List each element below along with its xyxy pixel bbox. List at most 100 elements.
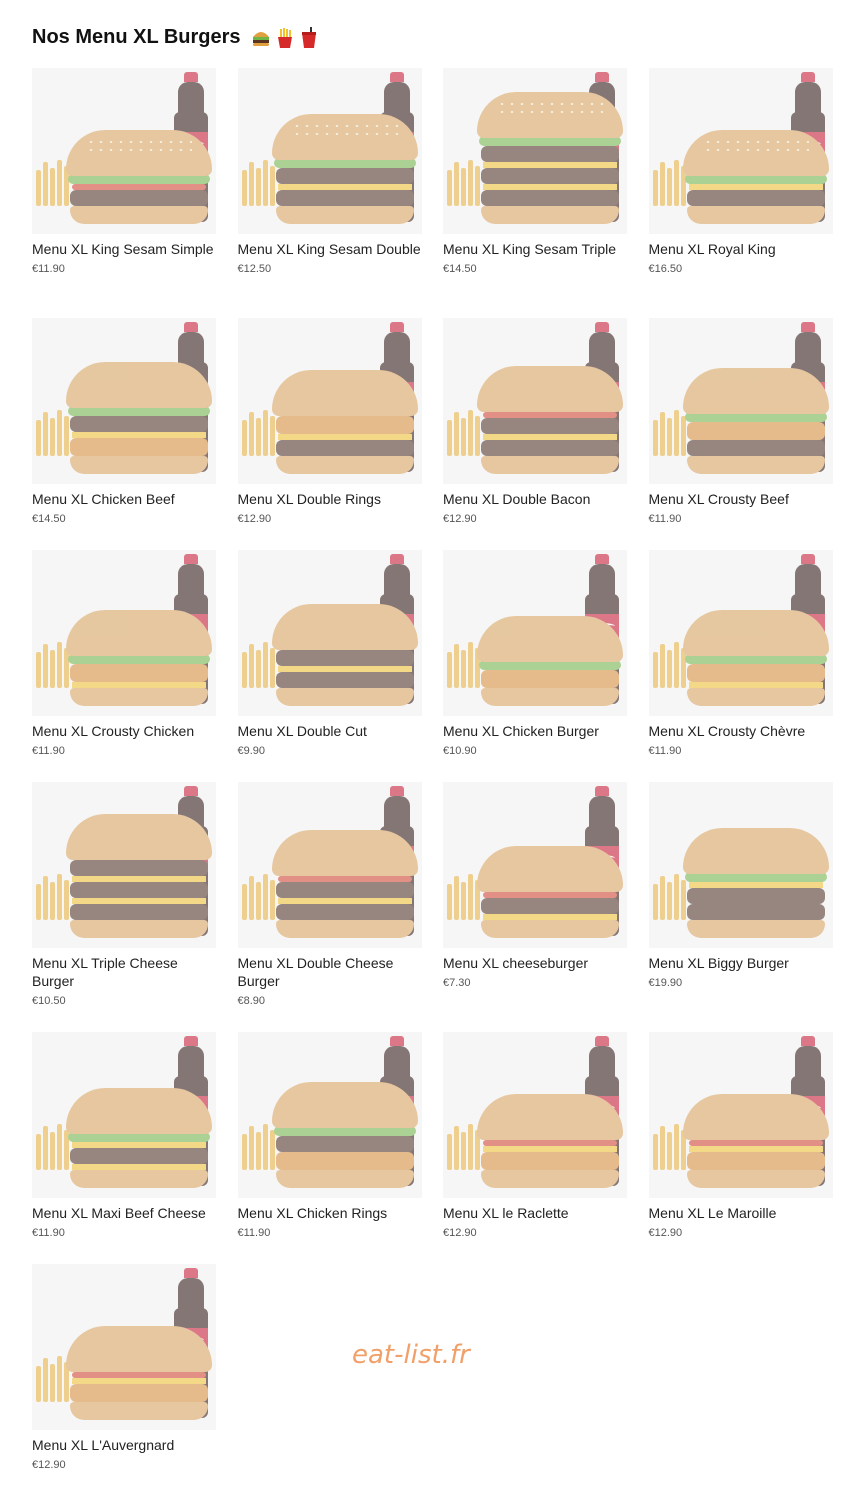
menu-item-name[interactable]: Menu XL Crousty Chèvre [649,722,833,740]
menu-item-name[interactable]: Menu XL King Sesam Double [238,240,422,258]
burger-meal-illustration [649,550,833,716]
menu-item-card[interactable]: Menu XL Triple Cheese Burger €10.50 [32,782,216,1032]
burger-meal-illustration [649,68,833,234]
menu-item-image[interactable] [32,1032,216,1198]
menu-item-card[interactable]: Menu XL Double Bacon €12.90 [443,318,627,550]
menu-item-price: €11.90 [648,513,682,525]
menu-item-image[interactable] [648,68,833,234]
menu-item-name[interactable]: Menu XL Double Rings [238,490,422,508]
menu-item-name[interactable]: Menu XL Le Maroille [649,1204,833,1222]
menu-item-card[interactable]: Menu XL Double Rings €12.90 [237,318,422,550]
fries-emoji-icon [275,27,295,49]
menu-item-image[interactable] [32,550,216,716]
menu-item-card[interactable]: Menu XL cheeseburger €7.30 [443,782,627,1032]
menu-item-price: €11.90 [32,1227,65,1239]
menu-item-price: €11.90 [237,1227,271,1239]
menu-item-card[interactable]: Menu XL King Sesam Double €12.50 [237,68,422,318]
menu-item-name[interactable]: Menu XL Royal King [649,240,833,258]
menu-item-image[interactable] [32,1264,216,1430]
menu-item-image[interactable] [648,318,833,484]
menu-item-card[interactable]: Menu XL Le Maroille €12.90 [648,1032,833,1264]
menu-item-card[interactable]: Menu XL Double Cut €9.90 [237,550,422,782]
menu-item-name[interactable]: Menu XL le Raclette [443,1204,627,1222]
menu-item-image[interactable] [32,68,216,234]
menu-item-price: €14.50 [32,513,66,525]
menu-item-image[interactable] [237,550,422,716]
menu-item-card[interactable]: Menu XL King Sesam Triple €14.50 [443,68,627,318]
menu-item-name[interactable]: Menu XL Maxi Beef Cheese [32,1204,216,1222]
menu-item-name[interactable]: Menu XL Crousty Chicken [32,722,216,740]
menu-item-card[interactable]: Menu XL Chicken Burger €10.90 [443,550,627,782]
menu-item-card[interactable]: Menu XL Double Cheese Burger €8.90 [237,782,422,1032]
menu-item-image[interactable] [443,68,627,234]
menu-item-price: €14.50 [443,263,477,275]
menu-item-name[interactable]: Menu XL King Sesam Triple [443,240,627,258]
menu-item-price: €12.90 [443,1227,477,1239]
burger-icon [66,1326,212,1420]
menu-item-image[interactable] [237,782,422,948]
menu-item-image[interactable] [443,318,627,484]
menu-item-name[interactable]: Menu XL Chicken Beef [32,490,216,508]
menu-item-name[interactable]: Menu XL Double Cheese Burger [238,954,422,990]
menu-item-name[interactable]: Menu XL Crousty Beef [649,490,833,508]
menu-item-card[interactable]: Menu XL Royal King €16.50 [648,68,833,318]
menu-item-card[interactable]: Menu XL Chicken Rings €11.90 [237,1032,422,1264]
menu-item-price: €12.90 [648,1227,683,1239]
menu-item-image[interactable] [443,1032,627,1198]
menu-item-name[interactable]: Menu XL Chicken Burger [443,722,627,740]
burger-icon [682,368,829,474]
menu-item-image[interactable] [237,1032,422,1198]
menu-item-card[interactable]: Menu XL King Sesam Simple €11.90 [32,68,216,318]
menu-item-card[interactable]: Menu XL Chicken Beef €14.50 [32,318,216,550]
menu-item-image[interactable] [32,318,216,484]
burger-icon [682,130,829,224]
menu-item-name[interactable]: Menu XL Double Bacon [443,490,627,508]
drink-emoji-icon [299,26,319,49]
menu-item-price: €16.50 [648,263,683,275]
burger-meal-illustration [649,318,833,484]
menu-item-image[interactable] [237,318,422,484]
burger-icon [271,1082,418,1188]
menu-item-image[interactable] [443,782,627,948]
burger-meal-illustration [238,1032,422,1198]
burger-icon [477,92,623,224]
menu-item-image[interactable] [648,550,833,716]
burger-icon [66,130,212,224]
menu-item-price: €10.90 [443,745,477,757]
burger-emoji-icon [251,27,271,49]
menu-item-card[interactable]: Menu XL Crousty Chèvre €11.90 [648,550,833,782]
menu-item-price: €12.90 [32,1459,66,1471]
menu-item-card[interactable]: Menu XL Maxi Beef Cheese €11.90 [32,1032,216,1264]
burger-icon [477,616,623,706]
title-emojis [251,26,319,49]
menu-item-name[interactable]: Menu XL Triple Cheese Burger [32,954,216,990]
menu-item-card[interactable]: Menu XL Biggy Burger €19.90 [648,782,833,1032]
burger-icon [66,814,212,938]
menu-item-image[interactable] [648,782,833,948]
menu-item-image[interactable] [237,68,422,234]
menu-item-name[interactable]: Menu XL Chicken Rings [238,1204,422,1222]
menu-item-name[interactable]: Menu XL Biggy Burger [649,954,833,972]
menu-item-name[interactable]: Menu XL L'Auvergnard [32,1436,216,1454]
menu-item-card[interactable]: Menu XL le Raclette €12.90 [443,1032,627,1264]
menu-item-card[interactable]: Menu XL L'Auvergnard €12.90 [32,1264,216,1500]
menu-item-image[interactable] [32,782,216,948]
menu-item-card[interactable]: Menu XL Crousty Beef €11.90 [648,318,833,550]
burger-meal-illustration [443,550,627,716]
menu-item-price: €11.90 [648,745,682,757]
menu-item-name[interactable]: Menu XL cheeseburger [443,954,627,972]
burger-meal-illustration [238,782,422,948]
burger-meal-illustration [32,550,216,716]
menu-item-name[interactable]: Menu XL Double Cut [238,722,422,740]
section-title-text: Nos Menu XL Burgers [32,26,241,48]
menu-item-price: €12.90 [443,513,477,525]
burger-icon [66,610,212,706]
menu-item-image[interactable] [443,550,627,716]
burger-icon [682,1094,829,1188]
burger-meal-illustration [443,68,627,234]
burger-meal-illustration [443,782,627,948]
burger-icon [66,1088,212,1188]
menu-item-name[interactable]: Menu XL King Sesam Simple [32,240,216,258]
menu-item-image[interactable] [648,1032,833,1198]
menu-item-card[interactable]: Menu XL Crousty Chicken €11.90 [32,550,216,782]
